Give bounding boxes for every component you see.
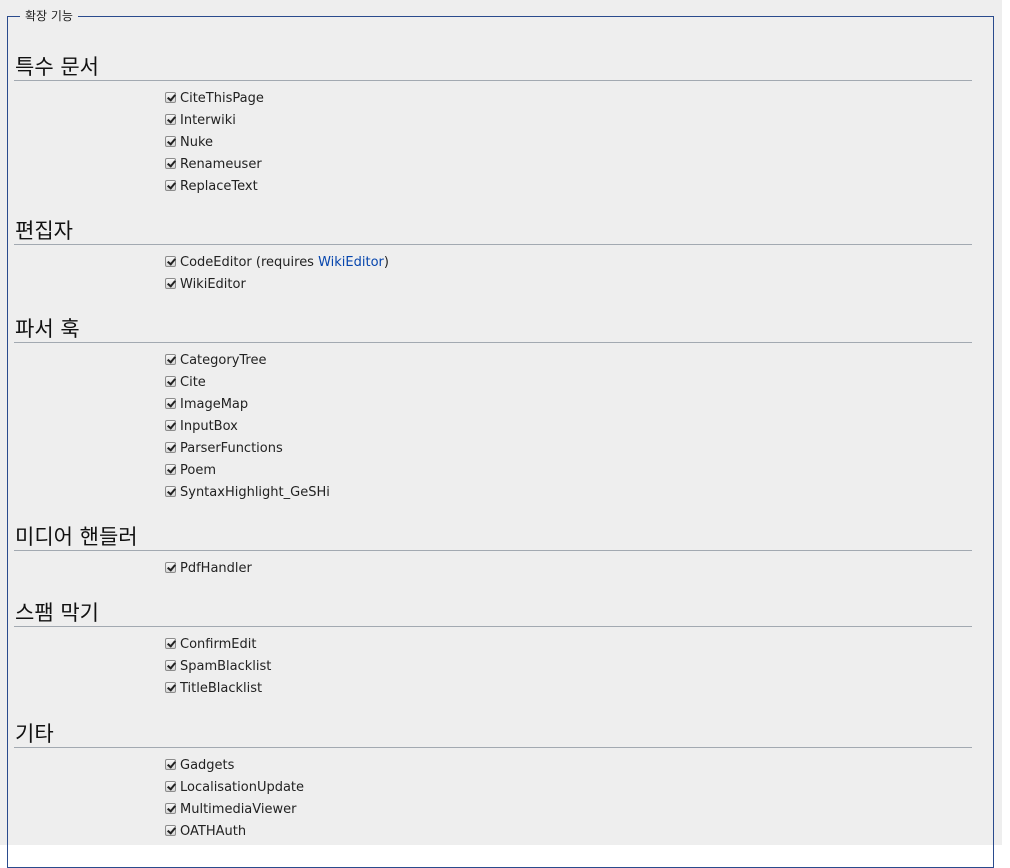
extension-checkbox[interactable] <box>165 780 176 792</box>
extension-item: SpamBlacklist <box>165 656 972 678</box>
extension-checkbox[interactable] <box>165 397 176 409</box>
section-heading: 스팸 막기 <box>14 600 972 627</box>
extension-list: ConfirmEdit SpamBlacklist TitleBlacklist <box>14 634 972 700</box>
extensions-legend: 확장 기능 <box>25 9 73 23</box>
extension-checkbox[interactable] <box>165 659 176 671</box>
extension-label: ReplaceText <box>180 179 258 194</box>
extension-checkbox[interactable] <box>165 758 176 770</box>
extension-label: SpamBlacklist <box>180 659 272 674</box>
extension-label: ParserFunctions <box>180 441 283 456</box>
section-spam-prevention: 스팸 막기 ConfirmEdit SpamBlacklist TitleBla… <box>14 600 972 700</box>
wikieditor-link[interactable]: WikiEditor <box>318 252 384 274</box>
extensions-panel: 확장 기능 특수 문서 CiteThisPage Interwiki Nuke … <box>0 0 1002 868</box>
extension-checkbox[interactable] <box>165 353 176 365</box>
section-heading: 기타 <box>14 721 972 748</box>
extension-item: TitleBlacklist <box>165 678 972 700</box>
extension-label: Gadgets <box>180 758 235 773</box>
extension-checkbox[interactable] <box>165 91 176 103</box>
extension-item: WikiEditor <box>165 274 972 296</box>
section-heading: 편집자 <box>14 218 972 245</box>
extension-checkbox[interactable] <box>165 179 176 191</box>
extension-label: PdfHandler <box>180 561 252 576</box>
extension-list: CiteThisPage Interwiki Nuke Renameuser R… <box>14 88 972 198</box>
extension-list: CategoryTree Cite ImageMap InputBox Pars… <box>14 350 972 504</box>
extension-label: CodeEditor <box>180 255 252 270</box>
extension-list: PdfHandler <box>14 558 972 580</box>
extension-label: CategoryTree <box>180 353 267 368</box>
section-heading: 특수 문서 <box>14 54 972 81</box>
extension-label: MultimediaViewer <box>180 802 297 817</box>
section-heading: 미디어 핸들러 <box>14 524 972 551</box>
extension-label: ConfirmEdit <box>180 637 257 652</box>
extension-checkbox[interactable] <box>165 419 176 431</box>
section-editors: 편집자 CodeEditor (requires WikiEditor) Wik… <box>14 218 972 296</box>
extension-item: PdfHandler <box>165 558 972 580</box>
extension-label: LocalisationUpdate <box>180 780 305 795</box>
extension-label: TitleBlacklist <box>180 681 263 696</box>
extension-checkbox[interactable] <box>165 485 176 497</box>
requires-suffix: ) <box>383 255 389 270</box>
extension-checkbox[interactable] <box>165 681 176 693</box>
extension-label: OATHAuth <box>180 824 247 839</box>
extension-list: CodeEditor (requires WikiEditor) WikiEdi… <box>14 252 972 296</box>
section-heading: 파서 훅 <box>14 316 972 343</box>
extension-checkbox[interactable] <box>165 441 176 453</box>
extension-item: MultimediaViewer <box>165 799 972 821</box>
extension-label: InputBox <box>180 419 238 434</box>
extension-label: Renameuser <box>180 157 262 172</box>
extension-checkbox[interactable] <box>165 277 176 289</box>
extension-checkbox[interactable] <box>165 157 176 169</box>
extension-checkbox[interactable] <box>165 561 176 573</box>
extension-item: ImageMap <box>165 394 972 416</box>
section-special-pages: 특수 문서 CiteThisPage Interwiki Nuke Rename… <box>14 54 972 198</box>
extension-checkbox[interactable] <box>165 637 176 649</box>
extension-checkbox[interactable] <box>165 824 176 836</box>
extension-item: CodeEditor (requires WikiEditor) <box>165 252 972 274</box>
section-other: 기타 Gadgets LocalisationUpdate Multimedia… <box>14 721 972 843</box>
extension-item: LocalisationUpdate <box>165 777 972 799</box>
extension-item: OATHAuth <box>165 821 972 843</box>
extension-checkbox[interactable] <box>165 375 176 387</box>
extension-item: InputBox <box>165 416 972 438</box>
extension-item: CiteThisPage <box>165 88 972 110</box>
extension-list: Gadgets LocalisationUpdate MultimediaVie… <box>14 755 972 843</box>
extension-label: SyntaxHighlight_GeSHi <box>180 485 330 500</box>
extension-item: Poem <box>165 460 972 482</box>
extension-label: Nuke <box>180 135 214 150</box>
extension-item: ConfirmEdit <box>165 634 972 656</box>
extension-checkbox[interactable] <box>165 113 176 125</box>
extension-item: SyntaxHighlight_GeSHi <box>165 482 972 504</box>
extension-label: Poem <box>180 463 216 478</box>
extension-item: Cite <box>165 372 972 394</box>
extension-item: CategoryTree <box>165 350 972 372</box>
extension-label: Interwiki <box>180 113 236 128</box>
extension-item: ReplaceText <box>165 176 972 198</box>
extension-item: ParserFunctions <box>165 438 972 460</box>
extension-label: ImageMap <box>180 397 249 412</box>
extension-label: Cite <box>180 375 206 390</box>
extension-item: Nuke <box>165 132 972 154</box>
section-parser-hooks: 파서 훅 CategoryTree Cite ImageMap InputBox… <box>14 316 972 504</box>
extension-item: Gadgets <box>165 755 972 777</box>
extension-checkbox[interactable] <box>165 802 176 814</box>
extension-label: CiteThisPage <box>180 91 264 106</box>
section-media-handlers: 미디어 핸들러 PdfHandler <box>14 524 972 580</box>
requires-prefix: (requires <box>251 255 319 270</box>
extension-item: Renameuser <box>165 154 972 176</box>
extension-checkbox[interactable] <box>165 135 176 147</box>
extension-checkbox[interactable] <box>165 463 176 475</box>
extension-label: WikiEditor <box>180 277 246 292</box>
extension-checkbox[interactable] <box>165 255 176 267</box>
extension-item: Interwiki <box>165 110 972 132</box>
